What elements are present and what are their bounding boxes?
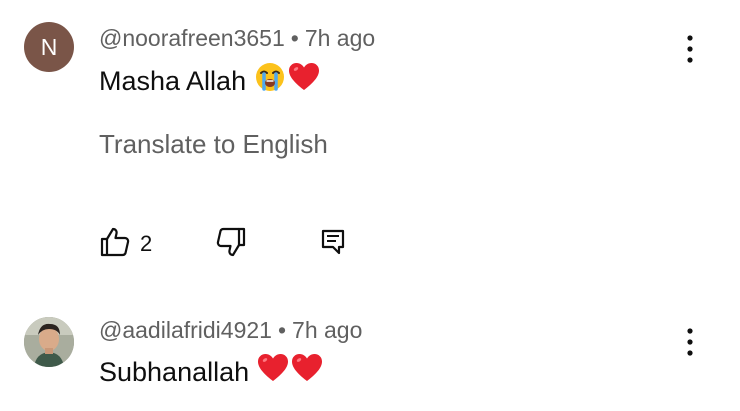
more-options-icon[interactable] xyxy=(676,324,704,360)
red-heart-icon xyxy=(288,62,320,99)
comment-actions: 2 xyxy=(96,224,416,264)
reply-comment-icon xyxy=(318,227,348,262)
comment-meta: @noorafreen3651 • 7h ago xyxy=(99,24,375,52)
dislike-button[interactable] xyxy=(214,224,248,264)
meta-separator: • xyxy=(290,25,299,51)
avatar[interactable]: N xyxy=(24,22,74,72)
meta-separator: • xyxy=(277,317,287,343)
avatar[interactable] xyxy=(24,317,74,367)
comment-body: Subhanallah xyxy=(99,356,250,387)
comment-time: 7h ago xyxy=(304,25,376,51)
comment-text: Subhanallah xyxy=(99,353,323,390)
comment-author[interactable]: @noorafreen3651 xyxy=(99,25,285,51)
red-heart-icon xyxy=(291,353,323,390)
comment-item: @aadilafridi4921 • 7h ago Subhanallah xyxy=(0,300,740,411)
comment-author[interactable]: @aadilafridi4921 xyxy=(99,317,272,343)
comment-body: Masha Allah xyxy=(99,65,247,96)
more-options-icon[interactable] xyxy=(676,31,704,67)
thumbs-up-icon xyxy=(98,225,132,264)
loudly-crying-face-icon xyxy=(254,61,286,100)
comment-item: N @noorafreen3651 • 7h ago Masha Allah Tra… xyxy=(0,0,740,300)
red-heart-icon xyxy=(257,353,289,390)
like-count: 2 xyxy=(140,231,153,256)
like-button[interactable]: 2 xyxy=(98,224,152,264)
comment-text: Masha Allah xyxy=(99,61,320,100)
reply-button[interactable] xyxy=(318,224,348,264)
avatar-initial: N xyxy=(40,33,58,60)
comment-time: 7h ago xyxy=(292,317,363,343)
thumbs-down-icon xyxy=(214,225,248,264)
profile-photo xyxy=(24,317,74,367)
translate-link[interactable]: Translate to English xyxy=(99,128,328,160)
comment-meta: @aadilafridi4921 • 7h ago xyxy=(99,316,362,344)
